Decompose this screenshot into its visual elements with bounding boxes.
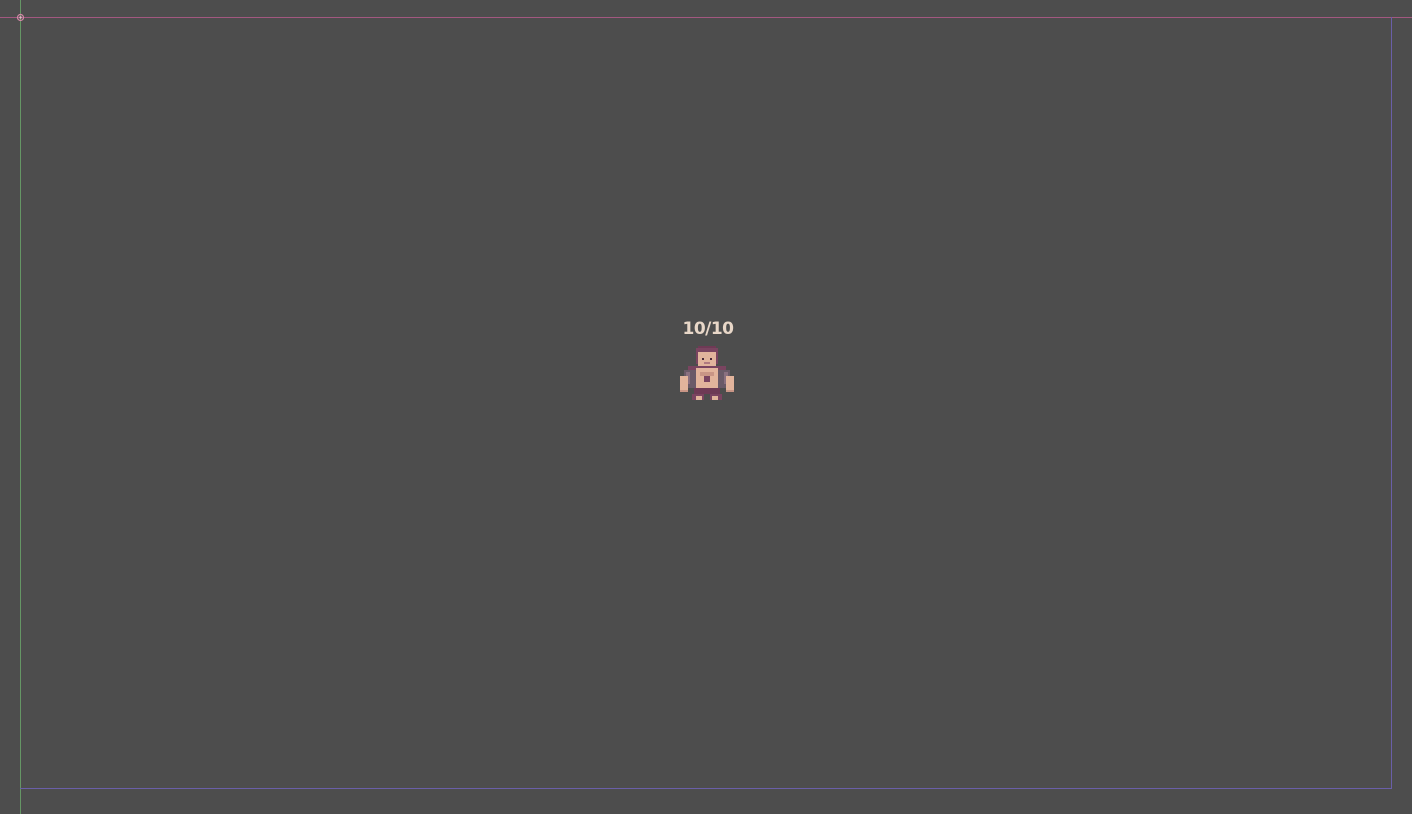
x-axis-guide: [0, 17, 1412, 18]
pixel-character-icon: [680, 346, 734, 400]
player-character[interactable]: 10/10: [676, 318, 740, 408]
y-axis-guide: [20, 0, 21, 814]
health-label: 10/10: [682, 319, 734, 339]
viewport-bounds-right: [1391, 17, 1392, 789]
game-viewport[interactable]: 10/10: [0, 0, 1412, 814]
viewport-bounds-bottom: [20, 788, 1392, 789]
origin-marker-icon: [16, 13, 25, 22]
